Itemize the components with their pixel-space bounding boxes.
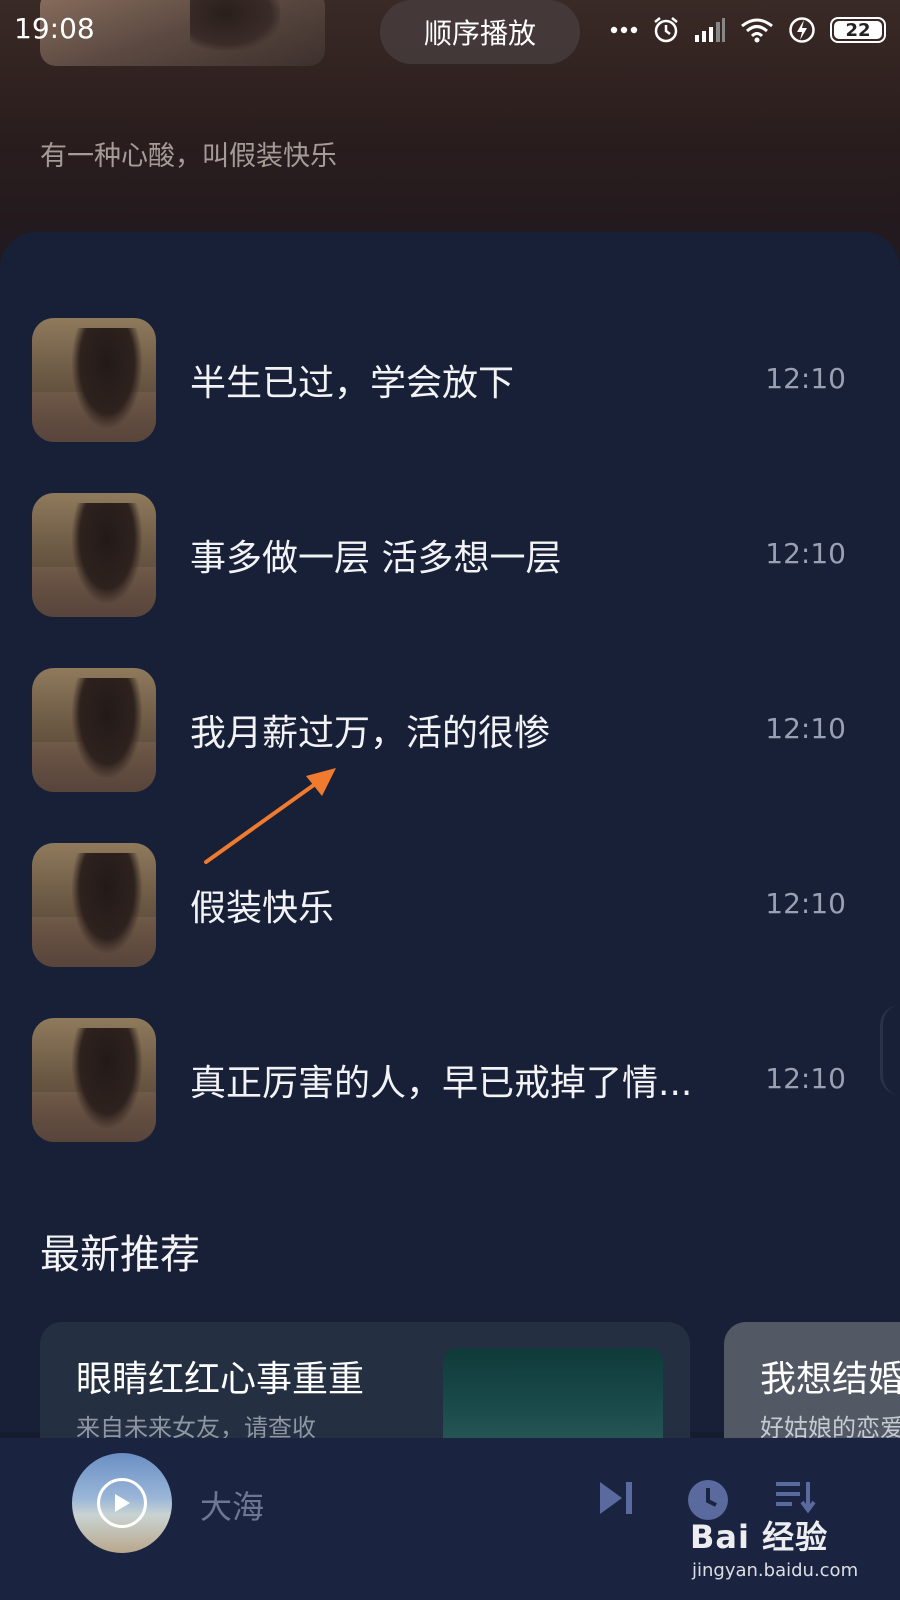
status-time: 19:08 bbox=[14, 12, 95, 45]
player-song-title: 大海 bbox=[200, 1488, 265, 1526]
recommend-card-title: 我想结婚 bbox=[760, 1359, 900, 1400]
player-cover[interactable] bbox=[72, 1453, 172, 1553]
song-cover-image bbox=[32, 318, 156, 442]
alarm-icon bbox=[652, 16, 680, 44]
status-icons: 22 bbox=[610, 12, 886, 48]
playlist-subtitle: 有一种心酸，叫假装快乐 bbox=[40, 141, 337, 172]
song-title: 事多做一层 活多想一层 bbox=[190, 538, 562, 579]
song-row[interactable]: 事多做一层 活多想一层 12:10 bbox=[0, 493, 900, 617]
next-icon[interactable] bbox=[596, 1478, 636, 1518]
watermark-url: jingyan.baidu.com bbox=[692, 1560, 859, 1581]
song-row[interactable]: 半生已过，学会放下 12:10 bbox=[0, 318, 900, 442]
play-icon[interactable] bbox=[97, 1478, 147, 1528]
song-duration: 12:10 bbox=[765, 1062, 846, 1095]
song-title: 半生已过，学会放下 bbox=[190, 363, 515, 404]
baidu-watermark: Bai 经验 jingyan.baidu.com bbox=[684, 1510, 884, 1590]
signal-icon bbox=[694, 17, 726, 43]
scroll-indicator[interactable] bbox=[880, 1005, 900, 1095]
song-duration: 12:10 bbox=[765, 887, 846, 920]
song-title: 真正厉害的人，早已戒掉了情... bbox=[190, 1063, 693, 1104]
song-cover-image bbox=[32, 668, 156, 792]
song-duration: 12:10 bbox=[765, 537, 846, 570]
charging-icon bbox=[788, 16, 816, 44]
song-cover-image bbox=[32, 843, 156, 967]
more-dots-icon bbox=[610, 25, 638, 35]
song-cover-image bbox=[32, 1018, 156, 1142]
song-duration: 12:10 bbox=[765, 362, 846, 395]
song-duration: 12:10 bbox=[765, 712, 846, 745]
section-title-recommend: 最新推荐 bbox=[40, 1232, 200, 1278]
recommend-card-title: 眼睛红红心事重重 bbox=[76, 1359, 365, 1400]
wifi-icon bbox=[740, 17, 774, 43]
play-order-button[interactable]: 顺序播放 bbox=[380, 0, 580, 64]
song-cover-image bbox=[32, 493, 156, 617]
song-row[interactable]: 我月薪过万，活的很惨 12:10 bbox=[0, 668, 900, 792]
status-bar: 19:08 顺序播放 22 bbox=[0, 0, 900, 64]
battery-icon: 22 bbox=[830, 17, 886, 43]
song-title: 我月薪过万，活的很惨 bbox=[190, 713, 551, 754]
song-row[interactable]: 假装快乐 12:10 bbox=[0, 843, 900, 967]
song-title: 假装快乐 bbox=[190, 888, 335, 929]
battery-level: 22 bbox=[845, 19, 871, 41]
song-row[interactable]: 真正厉害的人，早已戒掉了情... 12:10 bbox=[0, 1018, 900, 1142]
watermark-brand: Bai 经验 bbox=[690, 1518, 829, 1556]
